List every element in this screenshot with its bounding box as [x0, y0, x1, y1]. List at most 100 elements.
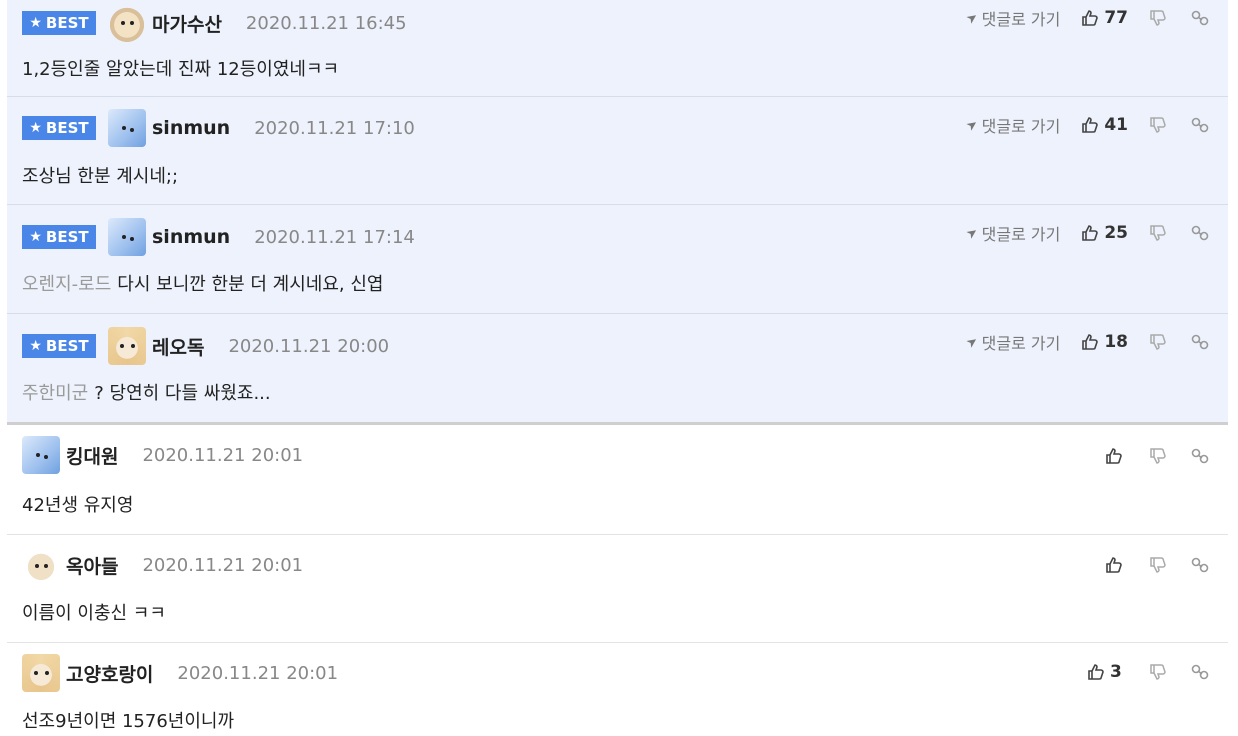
link-icon[interactable]	[1190, 332, 1210, 352]
best-badge: ★ BEST	[22, 116, 96, 140]
star-icon: ★	[29, 15, 42, 31]
comment-item: 킹대원 2020.11.21 20:01 42년생 유지영	[7, 425, 1228, 535]
navigate-icon: ➤	[963, 115, 981, 135]
like-count: 18	[1104, 332, 1128, 352]
best-comment: ★ BEST 마가수산 2020.11.21 16:45 1,2등인줄 알았는데 …	[7, 0, 1228, 97]
comment-actions: ➤ 댓글로 가기 41	[963, 113, 1210, 137]
avatar[interactable]	[22, 436, 60, 474]
link-icon[interactable]	[1190, 662, 1210, 682]
comment-date: 2020.11.21 20:01	[142, 444, 304, 466]
comment-header: 고양호랑이 2020.11.21 20:01	[22, 654, 339, 692]
goto-comment-link[interactable]: ➤ 댓글로 가기	[963, 113, 1061, 137]
author-nick[interactable]: 마가수산	[152, 10, 222, 37]
comment-date: 2020.11.21 20:00	[228, 335, 390, 357]
best-label: BEST	[45, 14, 89, 32]
like-button[interactable]: 25	[1080, 223, 1128, 243]
comment-body: 42년생 유지영	[22, 495, 134, 516]
like-button[interactable]: 3	[1086, 662, 1128, 682]
comment-text: 선조9년이면 1576년이니까	[22, 707, 234, 733]
best-label: BEST	[45, 228, 89, 246]
comment-text: 42년생 유지영	[22, 491, 133, 517]
thumbs-up-icon	[1082, 225, 1099, 241]
like-button[interactable]	[1104, 555, 1124, 575]
thumbs-down-icon[interactable]	[1148, 115, 1168, 135]
like-button[interactable]: 18	[1080, 332, 1128, 352]
best-badge: ★ BEST	[22, 11, 96, 35]
comment-actions: ➤ 댓글로 가기 25	[963, 221, 1210, 245]
link-icon[interactable]	[1190, 446, 1210, 466]
author-nick[interactable]: 옥아들	[66, 552, 118, 579]
comment-actions: ➤ 댓글로 가기 18	[963, 330, 1210, 354]
comment-date: 2020.11.21 16:45	[245, 12, 407, 34]
thumbs-up-icon	[1088, 664, 1104, 680]
link-icon[interactable]	[1190, 115, 1210, 135]
comment-header: 옥아들 2020.11.21 20:01	[22, 546, 304, 584]
like-button[interactable]	[1104, 446, 1124, 466]
like-count: 77	[1104, 8, 1128, 28]
author-nick[interactable]: 레오독	[152, 333, 204, 360]
avatar[interactable]	[108, 327, 146, 365]
thumbs-down-icon[interactable]	[1148, 332, 1168, 352]
navigate-icon: ➤	[963, 332, 981, 352]
star-icon: ★	[29, 120, 42, 136]
like-count: 3	[1110, 662, 1122, 682]
link-icon[interactable]	[1190, 223, 1210, 243]
thumbs-down-icon[interactable]	[1148, 662, 1168, 682]
best-label: BEST	[45, 119, 89, 137]
reply-mention[interactable]: 주한미군	[22, 383, 88, 404]
goto-comment-link[interactable]: ➤ 댓글로 가기	[963, 330, 1061, 354]
comment-body: 1,2등인줄 알았는데 진짜 12등이였네ㅋㅋ	[22, 59, 340, 80]
navigate-icon: ➤	[963, 223, 981, 243]
thumbs-down-icon[interactable]	[1148, 223, 1168, 243]
comment-header: 킹대원 2020.11.21 20:01	[22, 436, 304, 474]
comment-body: 선조9년이면 1576년이니까	[22, 711, 235, 732]
comment-item: 고양호랑이 2020.11.21 20:01 선조9년이면 1576년이니까 3	[7, 643, 1228, 736]
link-icon[interactable]	[1190, 8, 1210, 28]
comment-text: 주한미군 ? 당연히 다들 싸웠죠...	[22, 379, 271, 405]
star-icon: ★	[29, 229, 42, 245]
author-nick[interactable]: 고양호랑이	[66, 660, 153, 687]
navigate-icon: ➤	[963, 8, 981, 28]
comment-header: ★ BEST sinmun 2020.11.21 17:14	[22, 218, 415, 256]
comment-header: ★ BEST 레오독 2020.11.21 20:00	[22, 327, 390, 365]
goto-label: 댓글로 가기	[981, 334, 1061, 353]
goto-comment-link[interactable]: ➤ 댓글로 가기	[963, 221, 1061, 245]
author-nick[interactable]: sinmun	[152, 226, 230, 248]
comment-body: 이름이 이충신 ㅋㅋ	[22, 603, 166, 624]
avatar[interactable]	[108, 218, 146, 256]
like-button[interactable]: 41	[1080, 115, 1128, 135]
reply-mention[interactable]: 오렌지-로드	[22, 274, 111, 295]
comment-actions	[1104, 444, 1210, 468]
thumbs-down-icon[interactable]	[1148, 555, 1168, 575]
thumbs-down-icon[interactable]	[1148, 8, 1168, 28]
thumbs-up-icon	[1082, 117, 1099, 133]
comment-body: ? 당연히 다들 싸웠죠...	[94, 383, 271, 404]
best-comment: ★ BEST sinmun 2020.11.21 17:14 오렌지-로드 다시 보…	[7, 205, 1228, 314]
author-nick[interactable]: sinmun	[152, 117, 230, 139]
goto-label: 댓글로 가기	[981, 225, 1061, 244]
thumbs-up-icon	[1082, 10, 1099, 26]
goto-label: 댓글로 가기	[981, 117, 1061, 136]
like-button[interactable]: 77	[1080, 8, 1128, 28]
comment-date: 2020.11.21 20:01	[142, 554, 304, 576]
comment-body: 다시 보니깐 한분 더 계시네요, 신엽	[117, 274, 384, 295]
author-nick[interactable]: 킹대원	[66, 442, 118, 469]
thumbs-down-icon[interactable]	[1148, 446, 1168, 466]
comment-text: 이름이 이충신 ㅋㅋ	[22, 599, 166, 625]
link-icon[interactable]	[1190, 555, 1210, 575]
comment-actions: ➤ 댓글로 가기 77	[963, 6, 1210, 30]
best-comment: ★ BEST sinmun 2020.11.21 17:10 조상님 한분 계시네…	[7, 97, 1228, 205]
comment-text: 오렌지-로드 다시 보니깐 한분 더 계시네요, 신엽	[22, 270, 383, 296]
best-badge: ★ BEST	[22, 334, 96, 358]
avatar[interactable]	[22, 654, 60, 692]
best-badge: ★ BEST	[22, 225, 96, 249]
thumbs-up-icon	[1082, 334, 1099, 350]
avatar[interactable]	[108, 109, 146, 147]
comment-text: 1,2등인줄 알았는데 진짜 12등이였네ㅋㅋ	[22, 55, 339, 81]
goto-comment-link[interactable]: ➤ 댓글로 가기	[963, 6, 1060, 30]
comment-header: ★ BEST 마가수산 2020.11.21 16:45	[22, 4, 407, 42]
comment-date: 2020.11.21 20:01	[177, 662, 339, 684]
avatar[interactable]	[22, 546, 60, 584]
comment-date: 2020.11.21 17:10	[254, 117, 415, 139]
avatar[interactable]	[108, 4, 146, 42]
